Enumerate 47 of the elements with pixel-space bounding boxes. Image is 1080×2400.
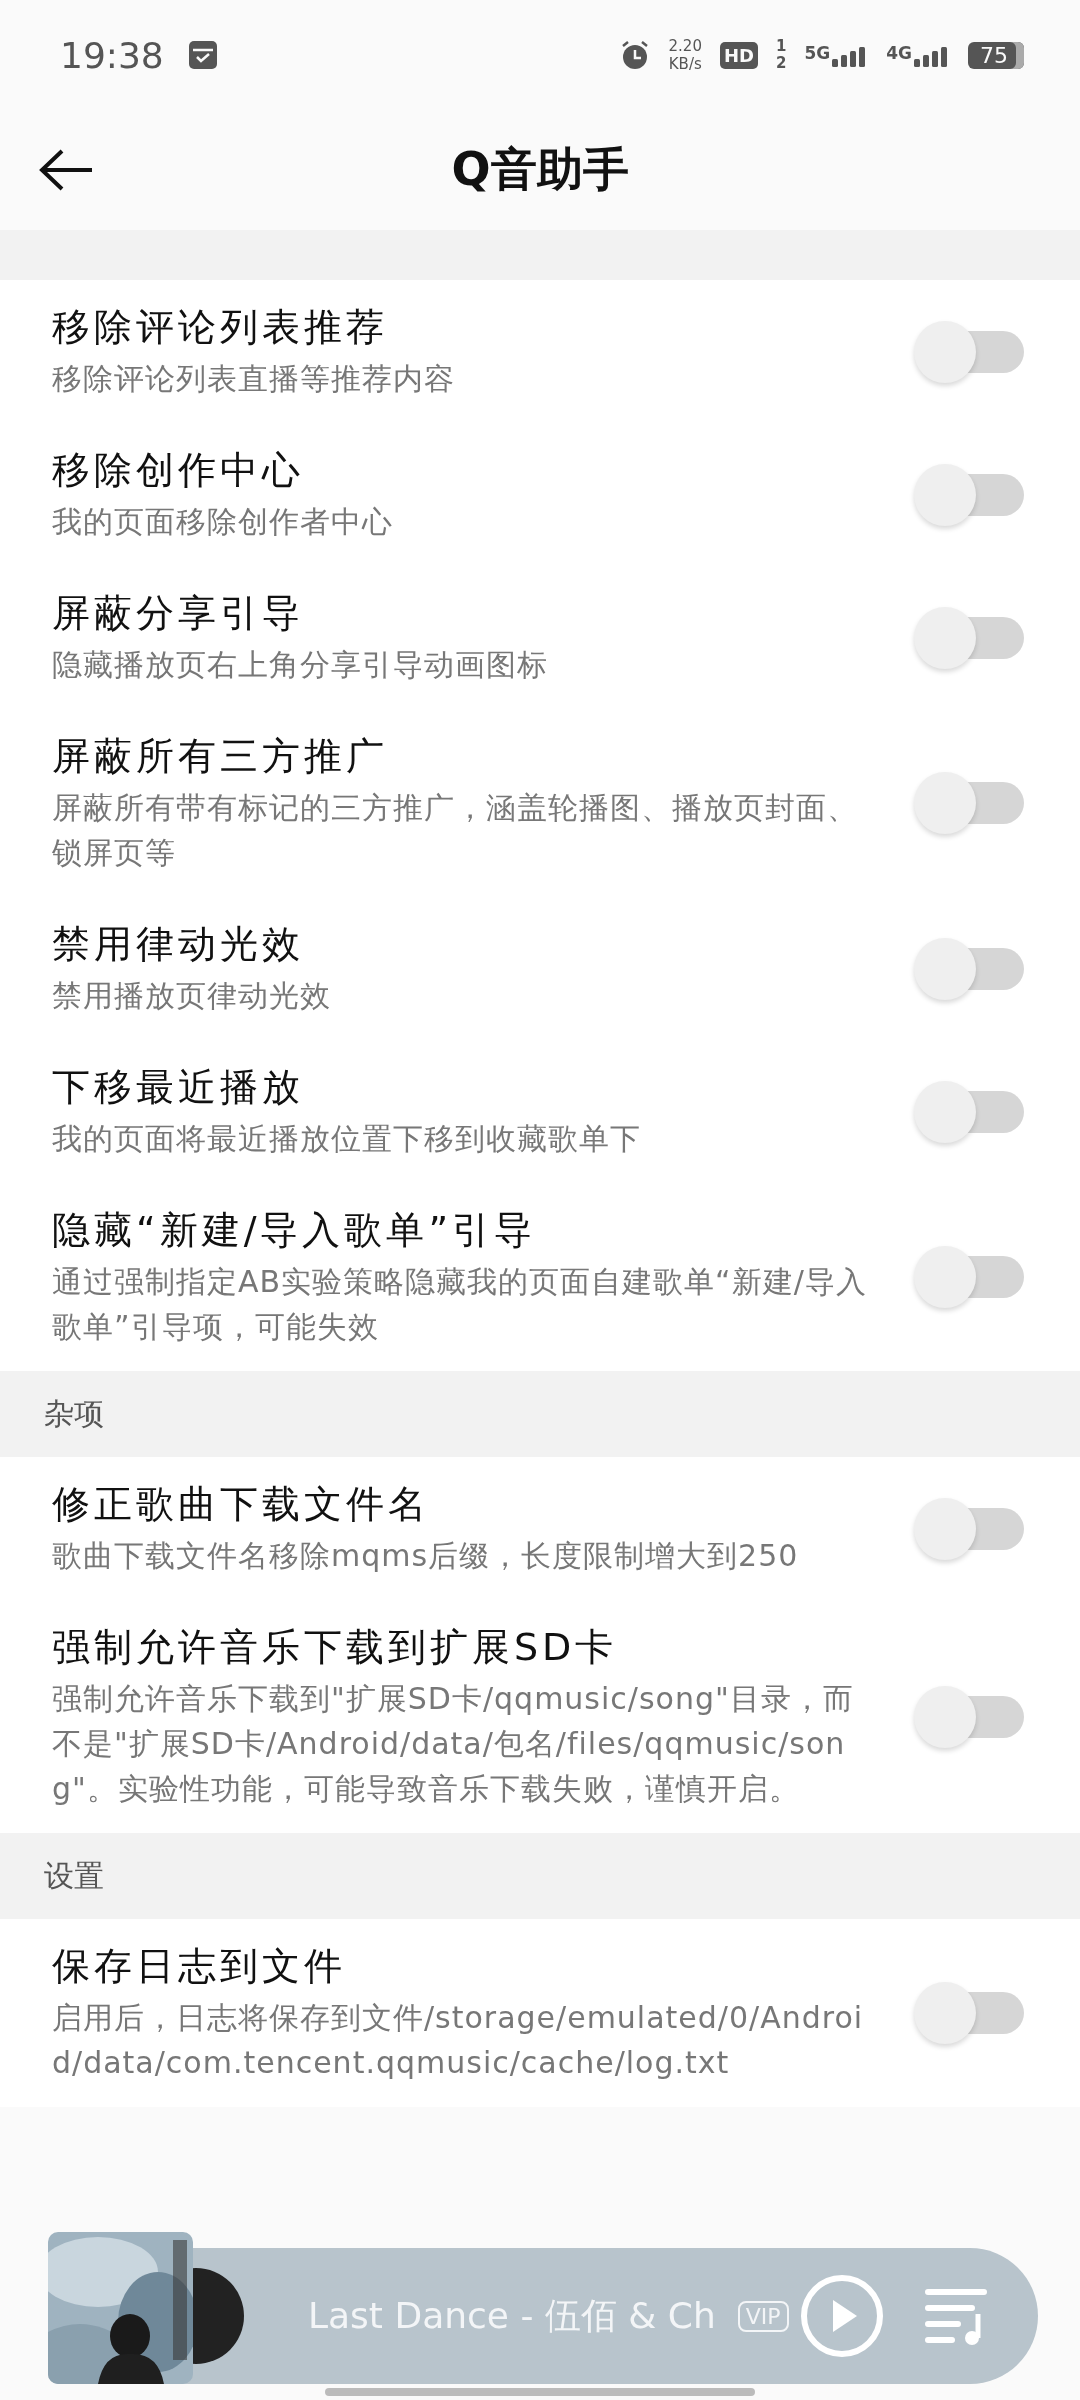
- section-header: 设置: [0, 1833, 1080, 1919]
- sim-label: 2: [775, 55, 787, 72]
- net-speed: 2.20: [668, 37, 702, 55]
- toggle-switch[interactable]: [914, 320, 1024, 383]
- setting-description: 我的页面移除创作者中心: [52, 503, 394, 541]
- setting-title: 移除评论列表推荐: [52, 304, 389, 351]
- toggle-switch[interactable]: [914, 1982, 1024, 2044]
- battery-indicator: 75: [968, 41, 1024, 69]
- toggle-switch[interactable]: [914, 1497, 1024, 1560]
- page-title: Q音助手: [451, 141, 629, 198]
- setting-description: 强制允许音乐下载到"扩展SD卡/qqmusic/song"目录，而不是"扩展SD卡/Android/data/包名/files/qqmusic/song"。实验性功能，可能导致音乐下载失败，谨慎开启。: [52, 1680, 855, 1808]
- toggle-switch[interactable]: [914, 1246, 1024, 1308]
- setting-description: 隐藏播放页右上角分享引导动画图标: [52, 646, 549, 684]
- toggle-switch[interactable]: [914, 1080, 1024, 1143]
- toggle-switch[interactable]: [914, 772, 1024, 834]
- section-header: 杂项: [0, 1371, 1080, 1457]
- setting-title: 隐藏“新建/导入歌单”引导: [52, 1207, 538, 1254]
- setting-description: 我的页面将最近播放位置下移到收藏歌单下: [52, 1120, 642, 1158]
- toggle-switch[interactable]: [914, 463, 1024, 526]
- net-speed-unit: KB/s: [668, 55, 702, 73]
- setting-description: 启用后，日志将保存到文件/storage/emulated/0/Android/data/com.tencent.qqmusic/cache/log.txt: [52, 1999, 865, 2082]
- setting-title: 修正歌曲下载文件名: [52, 1481, 431, 1528]
- home-indicator[interactable]: [325, 2388, 755, 2396]
- notification-icon: [187, 40, 218, 70]
- setting-title: 下移最近播放: [52, 1064, 305, 1111]
- toggle-switch[interactable]: [914, 937, 1024, 1000]
- setting-description: 歌曲下载文件名移除mqms后缀，长度限制增大到250: [52, 1537, 800, 1575]
- setting-description: 屏蔽所有带有标记的三方推广，涵盖轮播图、播放页封面、锁屏页等: [52, 789, 859, 872]
- sim-label: 1: [775, 38, 787, 55]
- status-time: 19:38: [60, 34, 164, 76]
- setting-title: 强制允许音乐下载到扩展SD卡: [52, 1624, 619, 1671]
- setting-title: 屏蔽分享引导: [52, 590, 305, 637]
- network-type: 4G: [886, 43, 912, 63]
- setting-title: 禁用律动光效: [52, 921, 305, 968]
- setting-description: 移除评论列表直播等推荐内容: [52, 360, 456, 398]
- setting-description: 通过强制指定AB实验策略隐藏我的页面自建歌单“新建/导入歌单”引导项，可能失效: [52, 1263, 868, 1346]
- vip-badge: VIP: [737, 2300, 789, 2332]
- network-type: 5G: [804, 43, 831, 63]
- hd-badge: HD: [719, 41, 758, 69]
- toggle-switch[interactable]: [914, 1685, 1024, 1748]
- setting-title: 屏蔽所有三方推广: [52, 733, 389, 780]
- setting-title: 移除创作中心: [52, 447, 305, 494]
- play-button[interactable]: [800, 2274, 884, 2358]
- setting-title: 保存日志到文件: [52, 1943, 347, 1990]
- song-title: Last Dance - 伍佰 & Ch: [308, 2293, 716, 2338]
- toggle-switch[interactable]: [914, 606, 1024, 669]
- setting-description: 禁用播放页律动光效: [52, 977, 332, 1015]
